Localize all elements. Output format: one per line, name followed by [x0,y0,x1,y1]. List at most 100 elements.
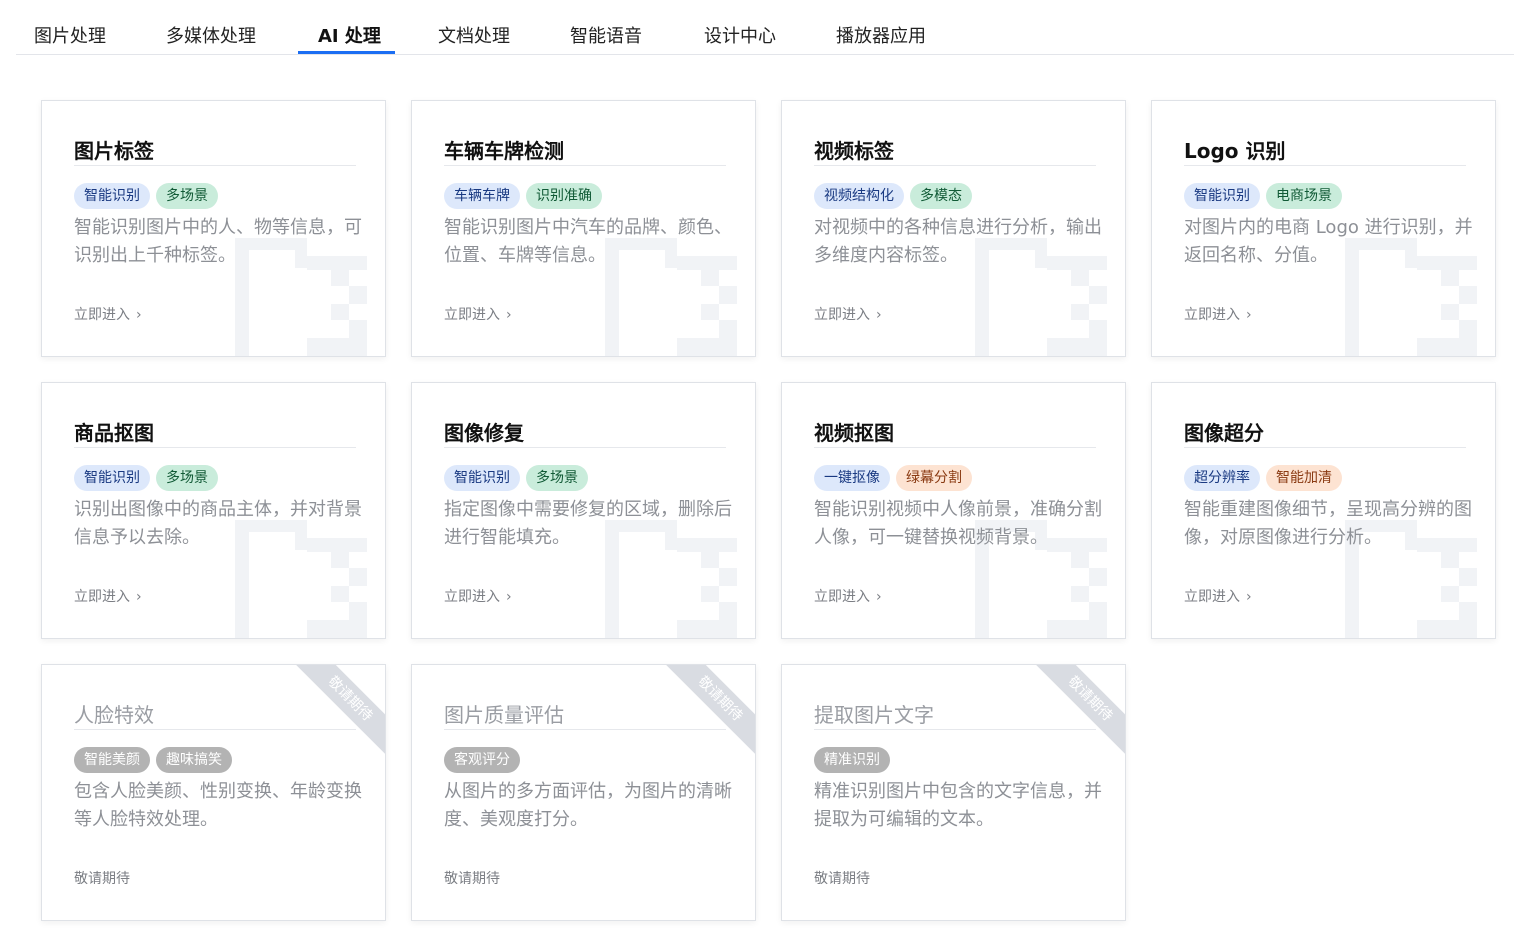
card-title: 视频抠图 [814,417,1096,448]
chevron-right-icon: › [1246,307,1252,323]
card-tag: 视频结构化 [814,183,904,209]
card-tag: 识别准确 [526,183,602,209]
card-tag: 车辆车牌 [444,183,520,209]
feature-card-image-quality-assessment: 图片质量评估 客观评分 从图片的多方面评估，为图片的清晰度、美观度打分。 敬请期待 敬请… [411,664,756,921]
chevron-right-icon: › [506,589,512,605]
enter-link-text: 立即进入 [1184,307,1240,323]
enter-link[interactable]: 立即进入 › [814,586,882,606]
card-tags: 车辆车牌 识别准确 [444,183,602,209]
enter-link[interactable]: 立即进入 › [814,304,882,324]
feature-card-logo-recognition[interactable]: Logo 识别智能识别 电商场景对图片内的电商 Logo 进行识别，并返回名称、分… [1151,100,1496,357]
coming-soon-ribbon: 敬请期待 [665,665,755,755]
chevron-right-icon: › [1246,589,1252,605]
tab-design-center[interactable]: 设计中心 [704,22,776,48]
card-tags: 智能识别 多场景 [74,465,218,491]
feature-card-image-super-resolution[interactable]: 图像超分超分辨率 智能加清智能重建图像细节，呈现高分辨的图像，对原图像进行分析。立… [1151,382,1496,639]
coming-soon-label: 敬请期待 [74,868,130,888]
card-title: 图像超分 [1184,417,1466,448]
card-description: 智能重建图像细节，呈现高分辨的图像，对原图像进行分析。 [1184,499,1472,548]
card-description: 包含人脸美颜、性别变换、年龄变换等人脸特效处理。 [74,781,362,830]
card-tag: 绿幕分割 [896,465,972,491]
feature-card-image-tagging[interactable]: 图片标签智能识别 多场景智能识别图片中的人、物等信息，可识别出上千种标签。立即进入… [41,100,386,357]
feature-card-product-cutout[interactable]: 商品抠图智能识别 多场景识别出图像中的商品主体，并对背景信息予以去除。立即进入 › [41,382,386,639]
card-tag: 多场景 [156,183,218,209]
coming-soon-ribbon: 敬请期待 [1035,665,1125,755]
coming-soon-text: 敬请期待 [74,871,130,887]
card-description: 从图片的多方面评估，为图片的清晰度、美观度打分。 [444,781,732,830]
coming-soon-label: 敬请期待 [444,868,500,888]
tab-ai-processing[interactable]: AI 处理 [318,22,381,48]
card-tag: 智能识别 [74,465,150,491]
feature-card-face-effects: 人脸特效 智能美颜 趣味搞笑 包含人脸美颜、性别变换、年龄变换等人脸特效处理。 敬请期待… [41,664,386,921]
tab-player-apps[interactable]: 播放器应用 [836,22,926,48]
card-description: 智能识别图片中汽车的品牌、颜色、位置、车牌等信息。 [444,217,732,266]
card-tag: 多场景 [156,465,218,491]
card-tag: 智能加清 [1266,465,1342,491]
card-description: 识别出图像中的商品主体，并对背景信息予以去除。 [74,499,362,548]
ribbon-text: 敬请期待 [665,665,755,755]
coming-soon-text: 敬请期待 [444,871,500,887]
tab-image-processing[interactable]: 图片处理 [34,22,106,48]
active-tab-indicator [298,51,395,54]
card-tag: 智能美颜 [74,747,150,773]
enter-link[interactable]: 立即进入 › [74,304,142,324]
card-title: 商品抠图 [74,417,356,448]
enter-link-text: 立即进入 [814,307,870,323]
enter-link[interactable]: 立即进入 › [74,586,142,606]
enter-link-text: 立即进入 [74,307,130,323]
card-tags: 智能识别 电商场景 [1184,183,1342,209]
chevron-right-icon: › [876,589,882,605]
enter-link-text: 立即进入 [444,589,500,605]
card-tag: 精准识别 [814,747,890,773]
card-tags: 智能识别 多场景 [74,183,218,209]
card-description: 智能识别图片中的人、物等信息，可识别出上千种标签。 [74,217,362,266]
enter-link-text: 立即进入 [814,589,870,605]
card-tag: 多模态 [910,183,972,209]
card-tags: 精准识别 [814,747,890,773]
card-tag: 智能识别 [1184,183,1260,209]
card-tag: 一键抠像 [814,465,890,491]
card-tags: 视频结构化 多模态 [814,183,972,209]
card-description: 精准识别图片中包含的文字信息，并提取为可编辑的文本。 [814,781,1102,830]
feature-card-image-text-extraction: 提取图片文字 精准识别 精准识别图片中包含的文字信息，并提取为可编辑的文本。 敬请期待… [781,664,1126,921]
card-title: 车辆车牌检测 [444,135,726,166]
card-title: 图片标签 [74,135,356,166]
card-description: 对视频中的各种信息进行分析，输出多维度内容标签。 [814,217,1102,266]
card-tag: 趣味搞笑 [156,747,232,773]
ribbon-text: 敬请期待 [295,665,385,755]
card-tags: 智能美颜 趣味搞笑 [74,747,232,773]
card-tags: 客观评分 [444,747,520,773]
card-description: 智能识别视频中人像前景，准确分割人像，可一键替换视频背景。 [814,499,1102,548]
card-description: 对图片内的电商 Logo 进行识别，并返回名称、分值。 [1184,217,1473,266]
coming-soon-ribbon: 敬请期待 [295,665,385,755]
enter-link-text: 立即进入 [444,307,500,323]
enter-link[interactable]: 立即进入 › [1184,304,1252,324]
enter-link[interactable]: 立即进入 › [444,586,512,606]
coming-soon-label: 敬请期待 [814,868,870,888]
card-description: 指定图像中需要修复的区域，删除后进行智能填充。 [444,499,732,548]
feature-card-video-tagging[interactable]: 视频标签 视频结构化 多模态 对视频中的各种信息进行分析，输出多维度内容标签。 立即进入… [781,100,1126,357]
coming-soon-text: 敬请期待 [814,871,870,887]
tab-multimedia-processing[interactable]: 多媒体处理 [166,22,256,48]
tab-document-processing[interactable]: 文档处理 [438,22,510,48]
enter-link[interactable]: 立即进入 › [1184,586,1252,606]
card-tags: 智能识别 多场景 [444,465,588,491]
card-tag: 多场景 [526,465,588,491]
chevron-right-icon: › [136,307,142,323]
feature-card-video-matting[interactable]: 视频抠图一键抠像 绿幕分割智能识别视频中人像前景，准确分割人像，可一键替换视频背景… [781,382,1126,639]
ribbon-text: 敬请期待 [1035,665,1125,755]
card-tag: 客观评分 [444,747,520,773]
feature-card-vehicle-plate-detection[interactable]: 车辆车牌检测车辆车牌 识别准确智能识别图片中汽车的品牌、颜色、位置、车牌等信息。立… [411,100,756,357]
tab-smart-voice[interactable]: 智能语音 [570,22,642,48]
chevron-right-icon: › [136,589,142,605]
feature-card-image-inpainting[interactable]: 图像修复智能识别 多场景指定图像中需要修复的区域，删除后进行智能填充。立即进入 › [411,382,756,639]
card-title: Logo 识别 [1184,135,1466,166]
card-title: 图像修复 [444,417,726,448]
enter-link[interactable]: 立即进入 › [444,304,512,324]
card-tag: 电商场景 [1266,183,1342,209]
chevron-right-icon: › [876,307,882,323]
card-tag: 超分辨率 [1184,465,1260,491]
enter-link-text: 立即进入 [74,589,130,605]
card-tag: 智能识别 [74,183,150,209]
chevron-right-icon: › [506,307,512,323]
